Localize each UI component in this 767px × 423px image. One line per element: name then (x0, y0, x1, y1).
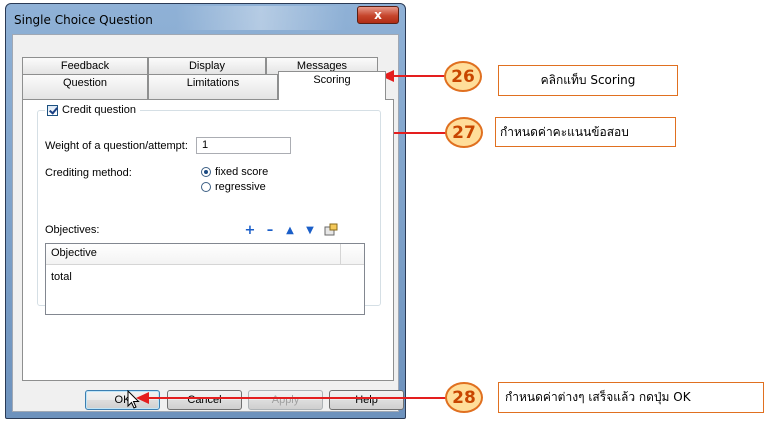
dialog-client-area: Feedback Display Messages Question Limit… (12, 34, 404, 412)
table-header: Objective (46, 244, 364, 265)
step-27-badge: 27 (445, 117, 483, 148)
tab-scoring[interactable]: Scoring (278, 71, 386, 100)
checkbox-checked-icon (47, 104, 58, 116)
close-button[interactable]: x (357, 6, 399, 24)
tab-limitations[interactable]: Limitations (148, 74, 278, 99)
credit-group: Credit question Weight of a question/att… (37, 104, 381, 315)
scoring-panel: Credit question Weight of a question/att… (22, 99, 394, 381)
radio-selected-icon (201, 167, 211, 177)
objectives-toolbar: + – ▲ ▼ (244, 223, 338, 239)
tab-question[interactable]: Question (22, 74, 148, 99)
table-row[interactable]: total (51, 271, 72, 283)
remove-icon[interactable]: – (264, 224, 276, 237)
radio-fixed-score-label: fixed score (215, 166, 269, 178)
column-divider (340, 244, 341, 264)
title-bar-glass (176, 6, 346, 30)
help-button[interactable]: Help (329, 390, 404, 410)
step-27-note: กำหนดค่าคะแนนข้อสอบ (495, 117, 676, 147)
objectives-table[interactable]: Objective total (45, 243, 365, 315)
crediting-method-label: Crediting method: (45, 167, 132, 179)
radio-fixed-score[interactable]: fixed score (201, 166, 268, 178)
add-icon[interactable]: + (244, 224, 256, 237)
credit-question-checkbox[interactable]: Credit question (45, 104, 140, 116)
radio-regressive-label: regressive (215, 181, 266, 193)
move-down-icon[interactable]: ▼ (304, 225, 316, 237)
tab-display[interactable]: Display (148, 57, 266, 74)
dialog-window: Single Choice Question x Feedback Displa… (5, 3, 406, 419)
credit-question-label: Credit question (62, 104, 136, 116)
objectives-label: Objectives: (45, 224, 100, 236)
weight-label: Weight of a question/attempt: (45, 140, 188, 152)
move-up-icon[interactable]: ▲ (284, 225, 296, 237)
step-28-badge: 28 (445, 382, 483, 413)
weight-input[interactable]: 1 (196, 137, 291, 154)
radio-regressive[interactable]: regressive (201, 181, 266, 193)
close-icon: x (374, 8, 382, 22)
step-28-note: กำหนดค่าต่างๆ เสร็จแล้ว กดปุ่ม OK (498, 382, 764, 413)
step-26-note: คลิกแท็บ Scoring (498, 65, 678, 96)
tab-feedback[interactable]: Feedback (22, 57, 148, 74)
objective-column-header[interactable]: Objective (51, 247, 97, 259)
arrow-28-line (148, 397, 446, 399)
dialog-title: Single Choice Question (14, 13, 153, 27)
cancel-button[interactable]: Cancel (167, 390, 242, 410)
apply-button[interactable]: Apply (248, 390, 323, 410)
step-26-badge: 26 (444, 61, 482, 92)
radio-unselected-icon (201, 182, 211, 192)
properties-icon[interactable] (324, 223, 338, 239)
arrow-26-line (393, 75, 445, 77)
